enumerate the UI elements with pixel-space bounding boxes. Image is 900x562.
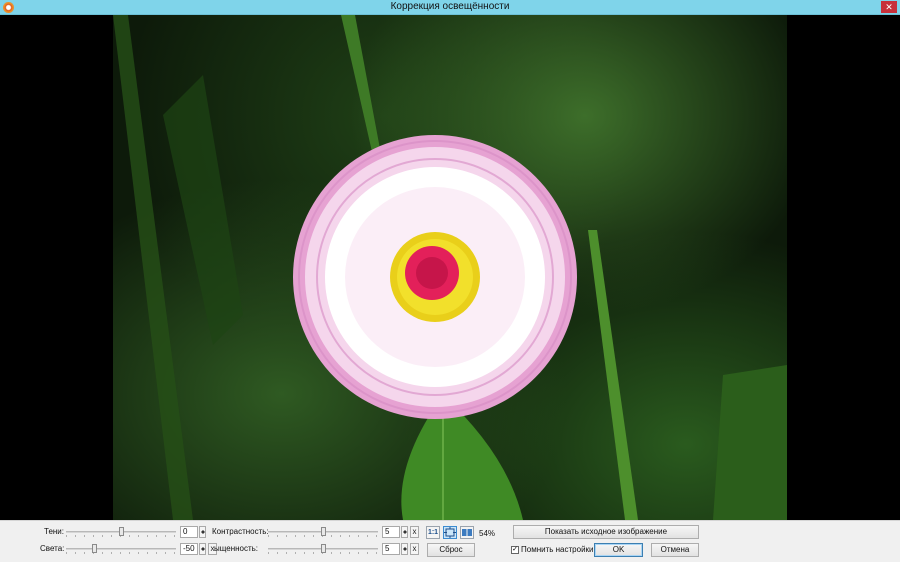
saturation-slider-thumb[interactable] xyxy=(321,544,326,553)
highlights-input[interactable]: -50 xyxy=(180,543,198,555)
fit-icon[interactable] xyxy=(443,526,457,539)
contrast-slider-thumb[interactable] xyxy=(321,527,326,536)
shadows-slider-thumb[interactable] xyxy=(119,527,124,536)
saturation-label: ыщенность: xyxy=(214,544,259,553)
highlights-slider-thumb[interactable] xyxy=(92,544,97,553)
saturation-spinner[interactable] xyxy=(401,543,408,555)
remember-settings-label: Помнить настройки xyxy=(521,545,594,554)
contrast-slider[interactable] xyxy=(268,527,378,537)
shadows-label: Тени: xyxy=(44,527,64,536)
saturation-input[interactable]: 5 xyxy=(382,543,400,555)
flower-image xyxy=(113,15,787,520)
ok-button[interactable]: OK xyxy=(594,543,643,557)
close-button[interactable]: ✕ xyxy=(881,1,897,13)
image-viewport[interactable] xyxy=(0,15,900,520)
contrast-label: Контрастность: xyxy=(212,527,269,536)
photo-preview xyxy=(113,15,787,520)
saturation-reset-button[interactable]: x xyxy=(410,543,419,555)
cancel-button[interactable]: Отмена xyxy=(651,543,699,557)
shadows-spinner[interactable] xyxy=(199,526,206,538)
split-view-icon[interactable] xyxy=(460,526,474,539)
saturation-slider[interactable] xyxy=(268,544,378,554)
zoom-level: 54% xyxy=(479,529,496,538)
highlights-label: Света: xyxy=(40,544,65,553)
reset-button[interactable]: Сброс xyxy=(427,543,475,557)
shadows-input[interactable]: 0 xyxy=(180,526,198,538)
contrast-reset-button[interactable]: x xyxy=(410,526,419,538)
actual-size-button[interactable]: 1:1 xyxy=(426,526,440,539)
remember-settings-checkbox[interactable]: ✓ xyxy=(511,546,519,554)
highlights-spinner[interactable] xyxy=(199,543,206,555)
title-bar: Коррекция освещённости ✕ xyxy=(0,0,900,15)
contrast-input[interactable]: 5 xyxy=(382,526,400,538)
contrast-spinner[interactable] xyxy=(401,526,408,538)
show-original-button[interactable]: Показать исходное изображение xyxy=(513,525,699,539)
adjustment-panel: Тени: 0 Света: -50 x Контрастность: 5 x … xyxy=(0,520,900,562)
shadows-slider[interactable] xyxy=(66,527,176,537)
window-title: Коррекция освещённости xyxy=(390,1,510,12)
highlights-slider[interactable] xyxy=(66,544,176,554)
